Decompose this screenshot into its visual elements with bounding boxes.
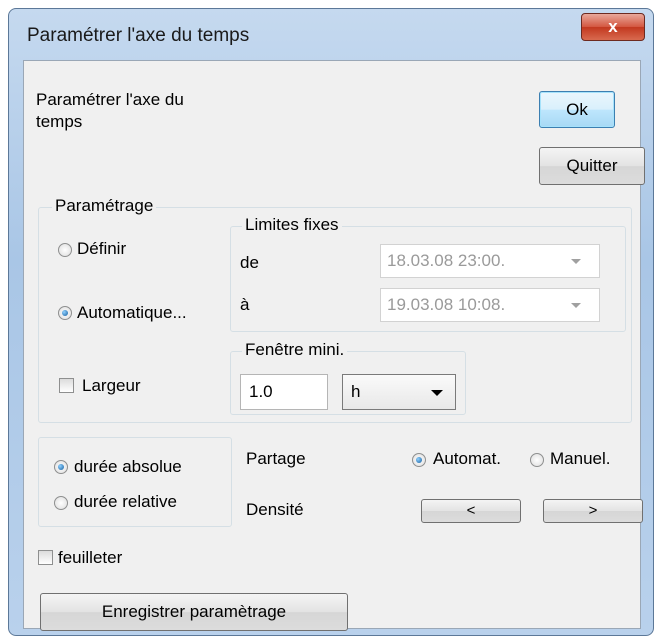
partage-label: Partage — [246, 449, 306, 468]
auto-label: Automatique... — [77, 303, 187, 322]
chevron-down-icon — [431, 390, 443, 396]
define-label: Définir — [77, 239, 127, 258]
quit-button[interactable]: Quitter — [539, 147, 645, 185]
dialog-window: Paramétrer l'axe du temps x Paramétrer l… — [8, 8, 654, 636]
relative-duration-label: durée relative — [74, 492, 178, 511]
min-window-input[interactable]: 1.0 — [240, 374, 328, 410]
limits-legend: Limites fixes — [242, 215, 342, 235]
width-label: Largeur — [82, 376, 141, 395]
density-decrease-button[interactable]: < — [421, 499, 521, 523]
to-date-value: 19.03.08 10:08. — [387, 295, 506, 314]
unit-select[interactable]: h — [342, 374, 456, 410]
chevron-down-icon — [571, 303, 581, 308]
min-window-legend: Fenêtre mini. — [242, 340, 348, 360]
close-button[interactable]: x — [581, 13, 645, 41]
save-settings-button[interactable]: Enregistrer paramètrage — [40, 593, 348, 631]
browse-checkbox[interactable] — [38, 550, 53, 565]
duration-group — [38, 437, 232, 527]
from-label: de — [240, 253, 259, 272]
relative-duration-radio[interactable] — [54, 496, 68, 510]
to-date-picker[interactable]: 19.03.08 10:08. — [380, 288, 600, 322]
parametrage-legend: Paramétrage — [52, 196, 157, 216]
partage-auto-label: Automat. — [433, 449, 502, 468]
ok-button[interactable]: Ok — [539, 91, 615, 128]
chevron-down-icon — [571, 259, 581, 264]
width-checkbox[interactable] — [59, 378, 74, 393]
absolute-duration-radio[interactable] — [54, 460, 68, 474]
from-date-picker[interactable]: 18.03.08 23:00. — [380, 244, 600, 278]
partage-manual-label: Manuel. — [550, 449, 611, 468]
browse-label: feuilleter — [58, 548, 123, 567]
auto-radio[interactable] — [58, 306, 72, 320]
dialog-description: Paramétrer l'axe du temps — [36, 90, 184, 131]
dialog-body: Paramétrer l'axe du temps Ok Quitter Par… — [23, 60, 645, 631]
partage-manual-radio[interactable] — [530, 453, 544, 467]
to-label: à — [240, 295, 250, 314]
title-bar[interactable]: Paramétrer l'axe du temps x — [9, 9, 653, 57]
from-date-value: 18.03.08 23:00. — [387, 251, 506, 270]
density-increase-button[interactable]: > — [543, 499, 643, 523]
density-label: Densité — [246, 500, 304, 519]
unit-value: h — [351, 382, 361, 401]
absolute-duration-label: durée absolue — [74, 457, 182, 476]
window-title: Paramétrer l'axe du temps — [27, 25, 250, 46]
partage-auto-radio[interactable] — [412, 453, 426, 467]
define-radio[interactable] — [58, 243, 72, 257]
